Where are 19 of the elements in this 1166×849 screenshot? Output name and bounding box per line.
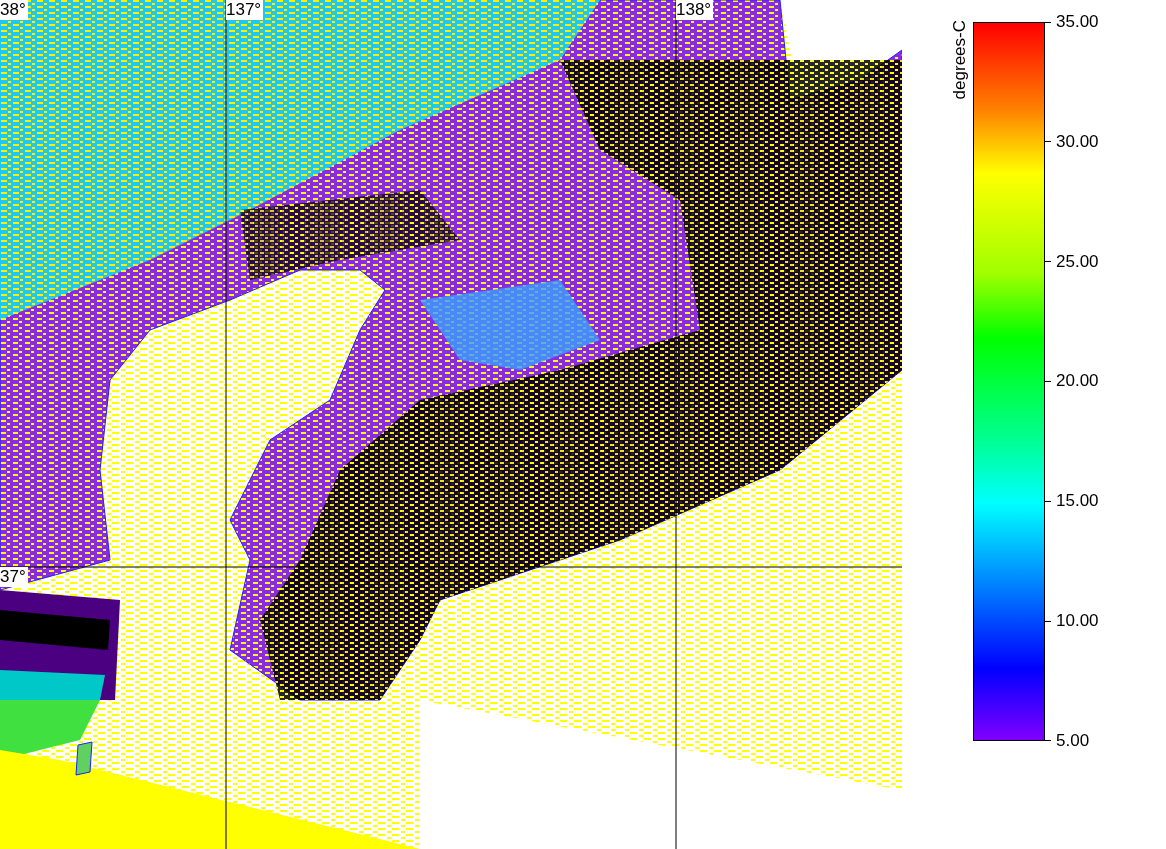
latitude-label: 38° [0,0,28,20]
colorbar-title: degrees-C [950,20,970,102]
tick-mark [1045,141,1051,143]
tick-mark [1045,21,1051,23]
latitude-label: 37° [0,567,28,587]
tick-mark [1045,381,1051,382]
tick-mark [1045,261,1051,263]
tick-mark [1045,740,1051,742]
longitude-label: 137° [226,0,264,20]
tick-mark [1045,620,1051,622]
tick-label: 10.00 [1056,611,1099,632]
tick-mark [1045,500,1051,502]
tick-label: 15.00 [1056,491,1099,512]
tick-label: 25.00 [1056,251,1099,272]
tick-label: 30.00 [1056,131,1099,152]
tick-label: 5.00 [1056,730,1090,751]
tick-label: 20.00 [1056,371,1099,392]
tick-label: 35.00 [1056,12,1099,32]
longitude-label: 138° [676,0,714,20]
